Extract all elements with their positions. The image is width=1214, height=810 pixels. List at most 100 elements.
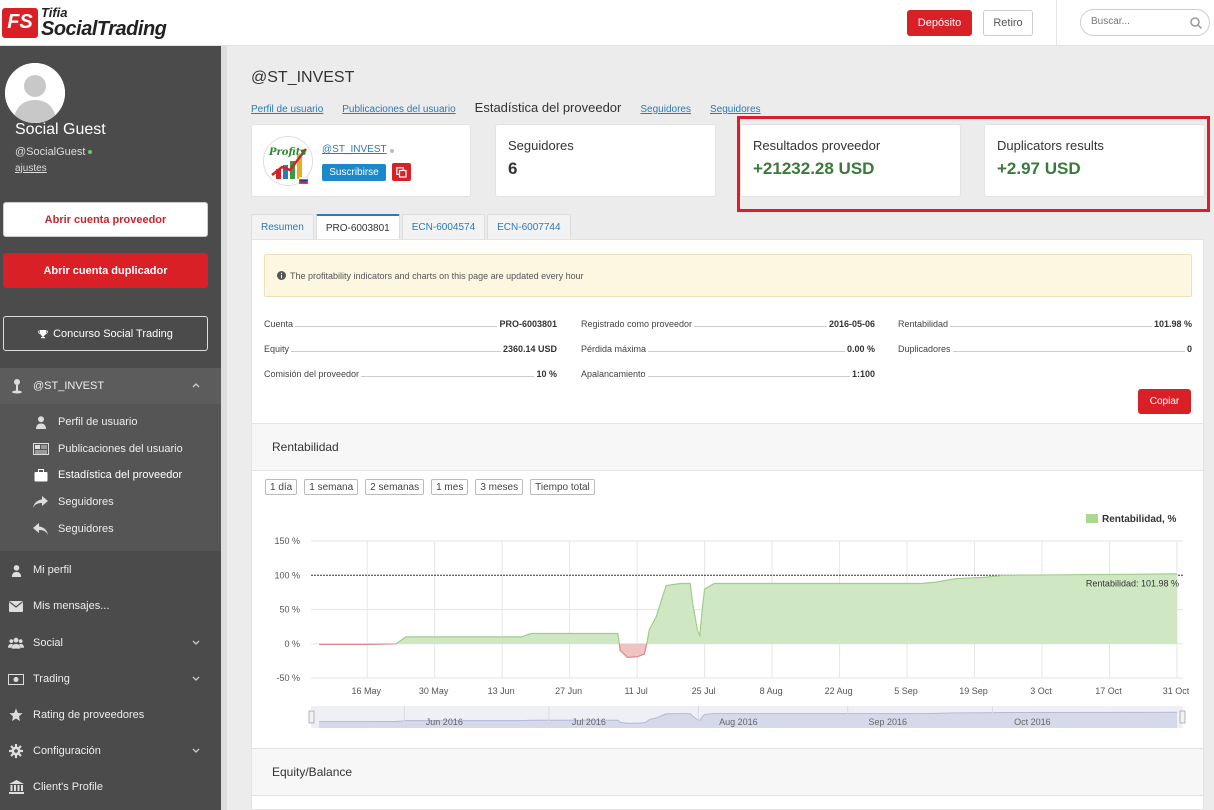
- followers-count: 6: [508, 159, 518, 178]
- x-tick-label: 30 May: [419, 686, 449, 696]
- subscribe-button[interactable]: Suscribirse: [322, 164, 386, 181]
- deposit-button[interactable]: Depósito: [907, 10, 972, 36]
- subnav-user-posts[interactable]: Publicaciones del usuario: [342, 104, 455, 115]
- sidebar-item-configuration[interactable]: Configuración: [0, 736, 221, 766]
- x-tick-label: 31 Oct: [1163, 686, 1190, 696]
- contest-button[interactable]: Concurso Social Trading: [3, 316, 208, 351]
- newspaper-icon: [33, 443, 49, 455]
- x-tick-label: 8 Aug: [760, 686, 783, 696]
- sidebar-item-user-profile[interactable]: Perfil de usuario: [32, 412, 138, 432]
- navigator-label: Jul 2016: [572, 717, 606, 727]
- navigator-handle-left: [308, 710, 315, 724]
- withdraw-button[interactable]: Retiro: [983, 10, 1033, 36]
- russia-flag-icon: [299, 177, 308, 184]
- user-name: Social Guest: [15, 121, 106, 138]
- navigator-label: Oct 2016: [1014, 717, 1051, 727]
- series-area-positive: [319, 573, 1177, 644]
- copy-button[interactable]: Copiar: [1138, 389, 1191, 414]
- subnav-provider-stats: Estadística del proveedor: [474, 100, 622, 115]
- range-2-weeks-button[interactable]: 2 semanas: [365, 479, 425, 495]
- y-tick-label: 150 %: [274, 536, 300, 546]
- sidebar-item-followers-out[interactable]: Seguidores: [32, 492, 114, 512]
- users-icon: [8, 637, 24, 649]
- stat-row: Pérdida máxima 0.00 %: [581, 344, 875, 354]
- star-icon: [9, 708, 23, 721]
- sidebar-section-label: @ST_INVEST: [33, 380, 105, 392]
- sidebar-item-followers-in[interactable]: Seguidores: [32, 519, 114, 539]
- tab-pro-6003801[interactable]: PRO-6003801: [315, 214, 400, 240]
- briefcase-icon: [34, 468, 48, 481]
- x-tick-label: 25 Jul: [692, 686, 716, 696]
- open-duplicator-account-button[interactable]: Abrir cuenta duplicador: [3, 253, 208, 288]
- stat-row: Cuenta PRO-6003801: [264, 319, 557, 329]
- legend-swatch: [1086, 514, 1098, 523]
- user-icon: [11, 564, 21, 577]
- x-tick-label: 16 May: [351, 686, 381, 696]
- subnav-followers-1[interactable]: Seguidores: [640, 104, 691, 115]
- sidebar-item-trading[interactable]: Trading: [0, 664, 221, 694]
- stat-row: Rentabilidad 101.98 %: [898, 319, 1192, 329]
- equity-section-header: Equity/Balance: [252, 748, 1203, 796]
- stat-row: Equity 2360.14 USD: [264, 344, 557, 354]
- sidebar-section-st-invest[interactable]: @ST_INVEST: [0, 368, 221, 404]
- navigator-label: Sep 2016: [869, 717, 908, 727]
- logo-line-2: SocialTrading: [41, 18, 167, 40]
- copy-trade-button[interactable]: [392, 163, 411, 181]
- x-tick-label: 11 Jul: [624, 686, 647, 696]
- x-tick-label: 27 Jun: [555, 686, 582, 696]
- provider-name-link[interactable]: @ST_INVEST: [322, 144, 387, 155]
- money-icon: [8, 673, 24, 685]
- stat-row: Comisión del proveedor 10 %: [264, 369, 557, 379]
- sidebar-item-social[interactable]: Social: [0, 628, 221, 658]
- sidebar-item-user-posts[interactable]: Publicaciones del usuario: [32, 439, 183, 459]
- provider-status-dot: [390, 149, 394, 153]
- search-input[interactable]: [1091, 16, 1186, 27]
- avatar[interactable]: [5, 63, 65, 123]
- info-icon: [277, 271, 286, 280]
- chevron-down-icon[interactable]: [191, 746, 201, 756]
- tifia-logo[interactable]: FS Tifia SocialTrading: [2, 6, 167, 40]
- sidebar-item-my-profile[interactable]: Mi perfil: [0, 555, 221, 585]
- subnav-followers-2[interactable]: Seguidores: [710, 104, 761, 115]
- navigator-label: Aug 2016: [719, 717, 758, 727]
- top-bar: FS Tifia SocialTrading Depósito Retiro: [0, 0, 1214, 46]
- range-1-day-button[interactable]: 1 día: [265, 479, 298, 495]
- chevron-up-icon[interactable]: [191, 380, 201, 390]
- navigator-label: Jun 2016: [426, 717, 463, 727]
- sidebar-scrollbar[interactable]: [221, 46, 227, 810]
- range-1-week-button[interactable]: 1 semana: [304, 479, 359, 495]
- range-3-months-button[interactable]: 3 meses: [475, 479, 524, 495]
- reply-icon: [33, 522, 48, 535]
- x-tick-label: 3 Oct: [1030, 686, 1052, 696]
- share-icon: [33, 495, 48, 508]
- search-box[interactable]: [1080, 9, 1210, 36]
- sidebar-item-messages[interactable]: Mis mensajes...: [0, 591, 221, 621]
- range-1-month-button[interactable]: 1 mes: [431, 479, 469, 495]
- profitability-chart-svg[interactable]: -50 % 0 % 50 % 100 % 150 % 16 May 30 May 13 Jun…: [252, 508, 1203, 736]
- sidebar-item-provider-rating[interactable]: Rating de proveedores: [0, 700, 221, 730]
- range-all-time-button[interactable]: Tiempo total: [530, 479, 595, 495]
- chevron-down-icon[interactable]: [191, 638, 201, 648]
- header-divider: [1056, 0, 1057, 46]
- sidebar-item-provider-stats[interactable]: Estadística del proveedor: [32, 465, 182, 485]
- chevron-down-icon[interactable]: [191, 674, 201, 684]
- profile-subnav: Perfil de usuario Publicaciones del usua…: [251, 100, 780, 115]
- sidebar-item-client-profile[interactable]: Client's Profile: [0, 772, 221, 802]
- stat-row: Duplicadores 0: [898, 344, 1192, 354]
- profitability-chart[interactable]: -50 % 0 % 50 % 100 % 150 % 16 May 30 May 13 Jun…: [252, 508, 1203, 736]
- y-tick-label: 50 %: [279, 605, 300, 615]
- settings-link[interactable]: ajustes: [15, 163, 47, 174]
- tab-ecn-6007744[interactable]: ECN-6007744: [487, 214, 571, 240]
- subnav-user-profile[interactable]: Perfil de usuario: [251, 104, 323, 115]
- y-tick-label: 0 %: [284, 639, 300, 649]
- equity-title: Equity/Balance: [272, 765, 353, 779]
- gear-icon: [9, 744, 23, 758]
- search-icon[interactable]: [1189, 16, 1203, 30]
- page-title: @ST_INVEST: [251, 69, 355, 86]
- open-provider-account-button[interactable]: Abrir cuenta proveedor: [3, 202, 208, 237]
- navigator-handle-right: [1179, 710, 1186, 724]
- tab-resumen[interactable]: Resumen: [251, 214, 314, 240]
- user-icon: [36, 416, 46, 429]
- tab-ecn-6004574[interactable]: ECN-6004574: [401, 214, 486, 240]
- avatar-placeholder-icon: [5, 63, 65, 123]
